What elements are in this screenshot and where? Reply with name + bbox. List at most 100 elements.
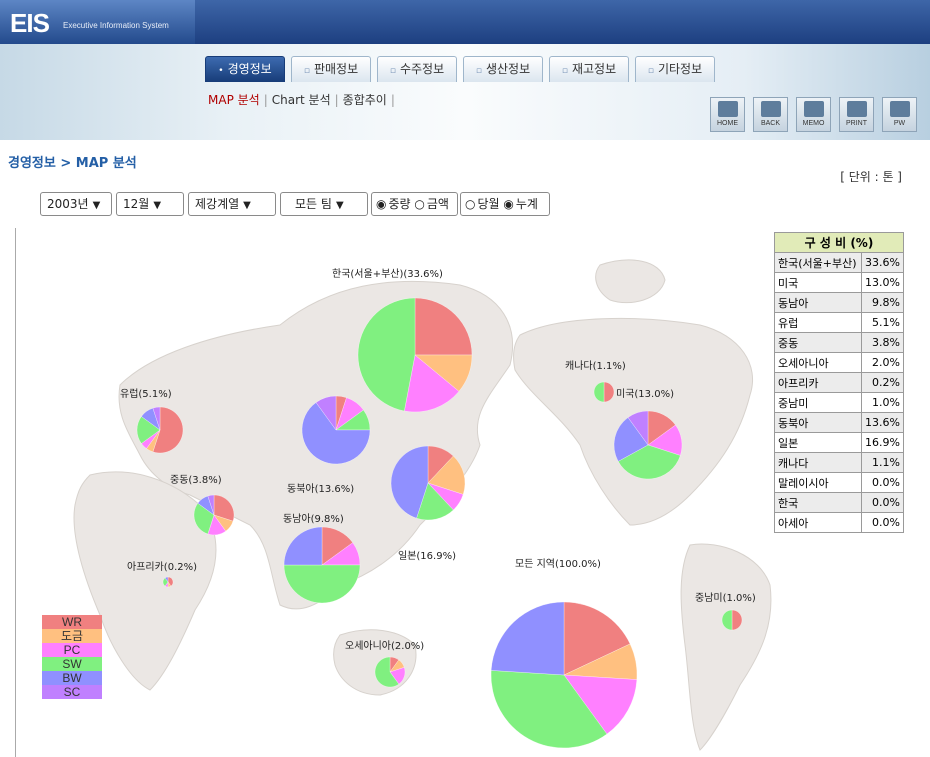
subnav-chart-analysis[interactable]: Chart 분석 [272,93,331,107]
print-button[interactable]: PRINT [839,97,874,132]
table-row: 일본 16.9% [774,432,905,453]
radio-selected-icon[interactable]: ◉ [376,197,386,211]
table-row: 아프리카 0.2% [774,372,905,393]
tab-label: 기타정보 [657,62,703,76]
legend-item: BW [42,671,102,685]
team-value: 모든 팀 [295,197,332,211]
unit-label: [ 단위 : 톤 ] [840,170,902,184]
table-row: 말레이시아 0.0% [774,472,905,493]
table-row: 오세아니아 2.0% [774,352,905,373]
bullet-icon: ▫ [475,66,482,76]
logo-subtitle: Executive Information System [63,21,169,30]
dropdown-arrow-icon: ▼ [153,200,162,211]
chart-legend: WR 도금 PC SW BW SC [42,615,102,699]
year-select[interactable]: 2003년 ▼ [40,192,112,216]
divider: | [263,93,268,107]
tab-sales-info[interactable]: ▫ 판매정보 [291,56,371,82]
region-cell: 유럽 [774,312,862,333]
region-cell: 아프리카 [774,372,862,393]
pie-label-central-south-america: 중남미(1.0%) [695,593,756,604]
percent-cell: 5.1% [860,312,905,333]
percent-cell: 13.0% [860,272,905,293]
legend-item: 도금 [42,629,102,643]
region-cell: 중동 [774,332,862,353]
region-cell: 동남아 [774,292,862,313]
region-cell: 말레이시아 [774,472,862,493]
logo: EIS [10,8,50,38]
pie-label-usa: 미국(13.0%) [616,389,674,400]
divider: | [390,93,395,107]
radio-selected-icon[interactable]: ◉ [503,197,513,211]
pie-label-japan: 일본(16.9%) [398,551,456,562]
line-value: 제강계열 [195,197,240,211]
percent-cell: 33.6% [860,252,905,273]
back-icon [760,101,781,117]
pie-label-canada: 캐나다(1.1%) [565,361,626,372]
home-icon [717,101,738,117]
tab-inventory-info[interactable]: ▫ 재고정보 [549,56,629,82]
table-row: 중남미 1.0% [774,392,905,413]
percent-cell: 13.6% [860,412,905,433]
composition-table: 구 성 비 (%) 한국(서울+부산) 33.6% 미국 13.0% 동남아 9.8%… [774,232,905,533]
radio-unselected-icon[interactable]: ○ [465,197,475,211]
month-value: 12월 [123,197,150,211]
back-label: BACK [760,120,781,127]
key-icon [889,101,910,117]
subnav-overall-trend[interactable]: 종합추이 [343,93,387,107]
legend-item: PC [42,643,102,657]
region-cell: 일본 [774,432,862,453]
composition-table-header: 구 성 비 (%) [774,232,904,253]
back-button[interactable]: BACK [753,97,788,132]
table-row: 동남아 9.8% [774,292,905,313]
tab-label: 수주정보 [399,62,445,76]
tab-order-info[interactable]: ▫ 수주정보 [377,56,457,82]
month-select[interactable]: 12월 ▼ [116,192,184,216]
pie-label-europe: 유럽(5.1%) [120,389,172,400]
percent-cell: 0.0% [860,512,905,533]
pie-label-southeast-asia: 동남아(9.8%) [283,514,344,525]
percent-cell: 16.9% [860,432,905,453]
region-cell: 한국 [774,492,862,513]
percent-cell: 9.8% [860,292,905,313]
measure-radio-group: ◉ 중량 ○ 금액 [371,192,458,216]
pie-label-korea: 한국(서울+부산)(33.6%) [332,269,443,280]
memo-button[interactable]: MEMO [796,97,831,132]
bullet-icon: ▫ [561,66,568,76]
print-icon [846,101,867,117]
header: EIS Executive Information System • 경영정보 ▫… [0,0,930,140]
print-label: PRINT [846,120,867,127]
percent-cell: 3.8% [860,332,905,353]
percent-cell: 1.0% [860,392,905,413]
tab-production-info[interactable]: ▫ 생산정보 [463,56,543,82]
tab-label: 판매정보 [313,62,359,76]
home-label: HOME [717,120,738,127]
table-row: 한국 0.0% [774,492,905,513]
table-row: 동북아 13.6% [774,412,905,433]
table-row: 미국 13.0% [774,272,905,293]
radio-label-amount: 금액 [426,197,449,211]
region-cell: 한국(서울+부산) [774,252,862,273]
south-america-landmass [680,543,772,751]
line-select[interactable]: 제강계열 ▼ [188,192,276,216]
percent-cell: 0.0% [860,472,905,493]
region-cell: 미국 [774,272,862,293]
bullet-icon: ▫ [389,66,396,76]
memo-label: MEMO [802,120,825,127]
tab-label: 재고정보 [571,62,617,76]
team-select[interactable]: 모든 팀 ▼ [280,192,368,216]
tab-management-info[interactable]: • 경영정보 [205,56,285,82]
memo-icon [803,101,824,117]
region-cell: 캐나다 [774,452,862,473]
radio-unselected-icon[interactable]: ○ [414,197,424,211]
dropdown-arrow-icon: ▼ [335,200,344,211]
tab-other-info[interactable]: ▫ 기타정보 [635,56,715,82]
breadcrumb: 경영정보 > MAP 분석 [8,156,137,171]
percent-cell: 2.0% [860,352,905,373]
radio-label-weight: 중량 [388,197,411,211]
region-cell: 아세아 [774,512,862,533]
subnav-map-analysis[interactable]: MAP 분석 [208,93,260,107]
password-button[interactable]: PW [882,97,917,132]
home-button[interactable]: HOME [710,97,745,132]
pie-slice-all-regions-BW [490,601,565,676]
year-value: 2003년 [47,197,89,211]
